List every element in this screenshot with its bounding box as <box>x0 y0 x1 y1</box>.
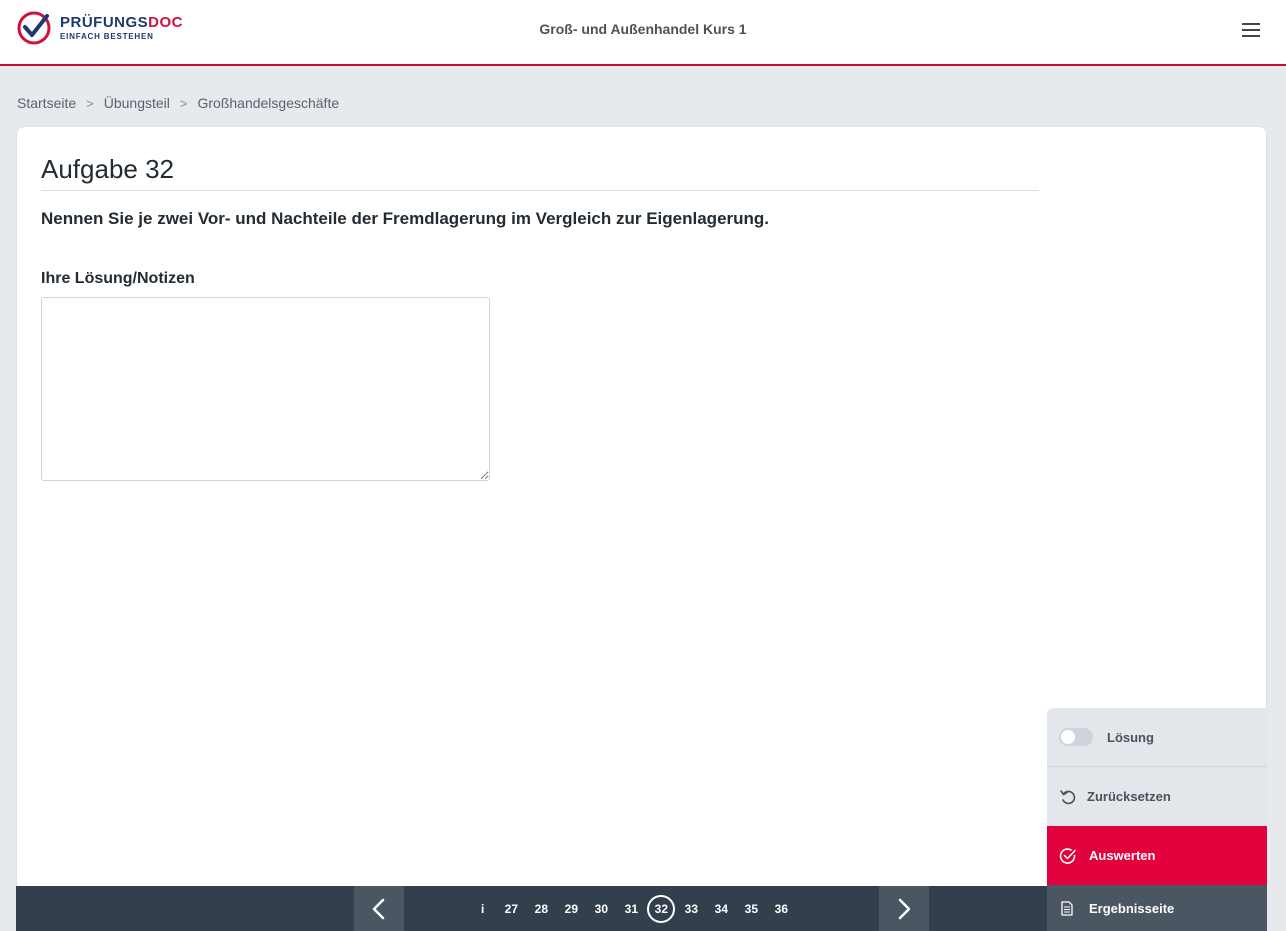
page-list: i 27 28 29 30 31 32 33 34 35 36 <box>481 886 796 931</box>
breadcrumb: Startseite > Übungsteil > Großhandelsges… <box>17 95 339 111</box>
notes-label: Ihre Lösung/Notizen <box>41 270 195 287</box>
page-link[interactable]: 34 <box>706 902 736 916</box>
title-divider <box>41 190 1039 191</box>
reset-icon <box>1060 789 1076 804</box>
reset-label: Zurücksetzen <box>1087 789 1171 804</box>
page-link[interactable]: 36 <box>766 902 796 916</box>
solution-toggle-label: Lösung <box>1107 729 1154 745</box>
top-bar: PRÜFUNGSDOC EINFACH BESTEHEN Groß- und A… <box>0 0 1286 66</box>
task-title: Aufgabe 32 <box>41 154 175 184</box>
breadcrumb-practice[interactable]: Übungsteil <box>104 95 170 111</box>
breadcrumb-home[interactable]: Startseite <box>17 95 76 111</box>
page-link[interactable]: 29 <box>556 902 586 916</box>
page-link-current[interactable]: 32 <box>647 894 676 923</box>
page-link[interactable]: 27 <box>496 902 526 916</box>
page-link[interactable]: 33 <box>676 902 706 916</box>
solution-toggle[interactable] <box>1059 728 1093 746</box>
reset-button[interactable]: Zurücksetzen <box>1047 767 1267 826</box>
evaluate-button[interactable]: Auswerten <box>1047 826 1267 885</box>
document-icon <box>1061 900 1073 916</box>
page-link[interactable]: 28 <box>526 902 556 916</box>
breadcrumb-topic[interactable]: Großhandelsgeschäfte <box>197 95 339 111</box>
prev-page-button[interactable] <box>354 886 404 931</box>
chevron-left-icon <box>372 898 385 919</box>
page-link[interactable]: 35 <box>736 902 766 916</box>
next-page-button[interactable] <box>879 886 929 931</box>
breadcrumb-separator: > <box>179 95 188 111</box>
solution-toggle-row[interactable]: Lösung <box>1047 708 1267 767</box>
chevron-right-icon <box>898 898 911 919</box>
evaluate-label: Auswerten <box>1089 848 1156 863</box>
page-link[interactable]: 30 <box>586 902 616 916</box>
notes-textarea[interactable] <box>41 297 490 481</box>
course-title: Groß- und Außenhandel Kurs 1 <box>539 21 747 37</box>
page-link[interactable]: 31 <box>616 902 646 916</box>
pagination-bar: i 27 28 29 30 31 32 33 34 35 36 <box>16 886 1047 931</box>
task-question: Nennen Sie je zwei Vor- und Nachteile de… <box>41 209 770 228</box>
results-page-label: Ergebnisseite <box>1089 900 1175 916</box>
hamburger-menu-icon[interactable] <box>1242 23 1260 39</box>
breadcrumb-separator: > <box>86 95 94 111</box>
check-circle-icon <box>1059 847 1076 864</box>
toggle-knob <box>1061 730 1075 744</box>
action-panel: Lösung Zurücksetzen Auswerten Ergebnisse… <box>1047 708 1267 931</box>
results-page-button[interactable]: Ergebnisseite <box>1047 885 1267 931</box>
page-truncation-marker: i <box>481 901 485 916</box>
